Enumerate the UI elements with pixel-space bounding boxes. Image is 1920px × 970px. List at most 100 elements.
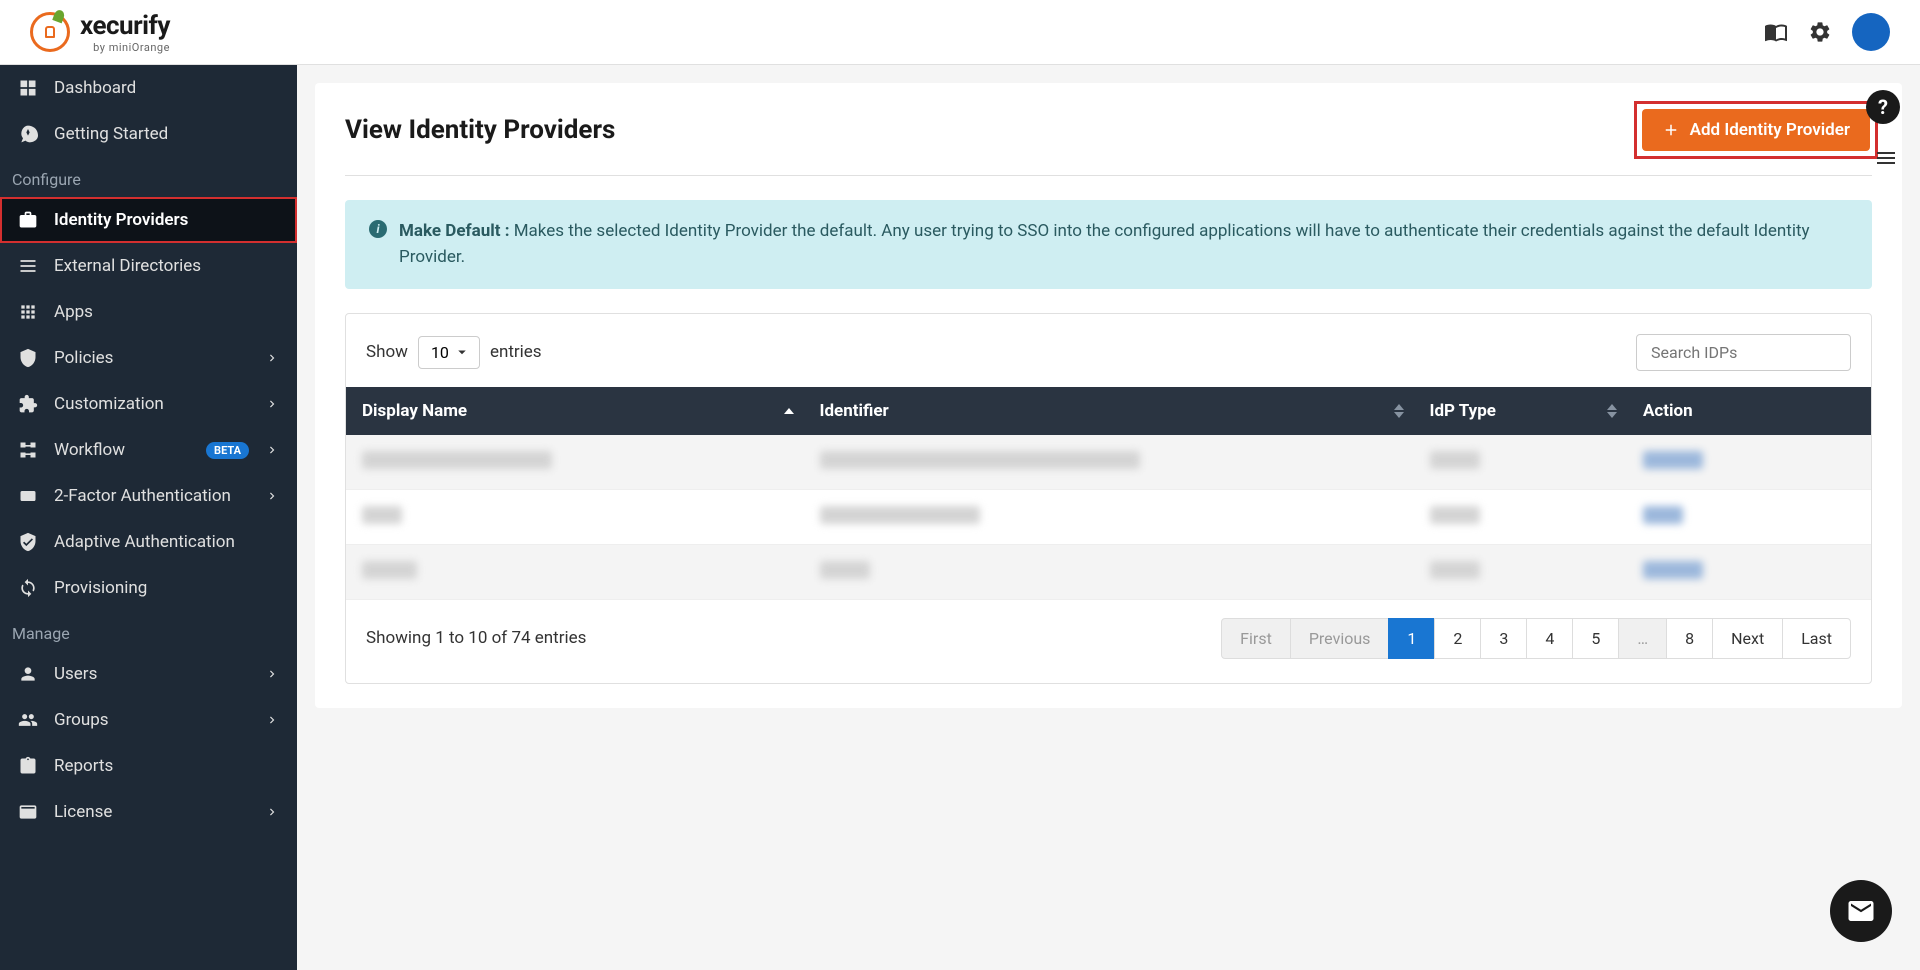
sidebar-label: 2-Factor Authentication	[54, 486, 249, 506]
logo-icon	[30, 12, 70, 52]
sidebar-section-manage: Manage	[0, 611, 297, 651]
sidebar-item-external-directories[interactable]: External Directories	[0, 243, 297, 289]
page-next[interactable]: Next	[1712, 618, 1783, 659]
blurred-cell	[362, 451, 552, 469]
page-1[interactable]: 1	[1388, 618, 1435, 659]
sidebar-item-dashboard[interactable]: Dashboard	[0, 65, 297, 111]
page-4[interactable]: 4	[1526, 618, 1573, 659]
table-row	[346, 544, 1871, 599]
col-idp-type[interactable]: IdP Type	[1414, 387, 1628, 435]
sync-icon	[18, 578, 38, 598]
sort-desc-icon	[1607, 412, 1617, 418]
chevron-right-icon	[265, 443, 279, 457]
blurred-action[interactable]	[1643, 451, 1703, 469]
keypad-icon	[18, 486, 38, 506]
blurred-cell	[1430, 506, 1480, 524]
hamburger-icon[interactable]	[1874, 146, 1898, 170]
sidebar-label: Workflow	[54, 440, 190, 460]
entries-select[interactable]: 10	[418, 336, 480, 369]
sidebar-item-identity-providers[interactable]: Identity Providers	[0, 197, 297, 243]
sidebar-label: Reports	[54, 756, 279, 776]
sidebar-item-groups[interactable]: Groups	[0, 697, 297, 743]
chevron-right-icon	[265, 805, 279, 819]
page-first[interactable]: First	[1221, 618, 1291, 659]
blurred-cell	[820, 561, 870, 579]
blurred-action[interactable]	[1643, 506, 1683, 524]
brand-name: xecurify	[80, 11, 170, 41]
sidebar-label: Dashboard	[54, 78, 279, 98]
info-icon: i	[369, 220, 387, 238]
search-input[interactable]	[1636, 334, 1851, 371]
sidebar-item-workflow[interactable]: Workflow BETA	[0, 427, 297, 473]
add-identity-provider-button[interactable]: Add Identity Provider	[1642, 109, 1870, 151]
clipboard-icon	[18, 756, 38, 776]
chevron-right-icon	[265, 713, 279, 727]
main-content: View Identity Providers Add Identity Pro…	[297, 65, 1920, 970]
sidebar-item-license[interactable]: License	[0, 789, 297, 835]
sort-asc-icon	[1394, 404, 1404, 410]
sort-asc-icon	[1607, 404, 1617, 410]
sidebar-label: Policies	[54, 348, 249, 368]
chevron-right-icon	[265, 351, 279, 365]
shield-icon	[18, 348, 38, 368]
sidebar-item-policies[interactable]: Policies	[0, 335, 297, 381]
gear-icon[interactable]	[1808, 20, 1832, 44]
shield-check-icon	[18, 532, 38, 552]
page-2[interactable]: 2	[1434, 618, 1481, 659]
sidebar-label: Adaptive Authentication	[54, 532, 279, 552]
sidebar: Dashboard Getting Started Configure Iden…	[0, 65, 297, 970]
page-previous[interactable]: Previous	[1290, 618, 1390, 659]
entries-control: Show 10 entries	[366, 336, 542, 369]
sidebar-item-adaptive-auth[interactable]: Adaptive Authentication	[0, 519, 297, 565]
help-button[interactable]: ?	[1866, 90, 1900, 124]
sidebar-label: Provisioning	[54, 578, 279, 598]
page-ellipsis: …	[1618, 618, 1667, 659]
sidebar-label: Apps	[54, 302, 279, 322]
showing-text: Showing 1 to 10 of 74 entries	[366, 628, 586, 648]
blurred-cell	[1430, 561, 1480, 579]
info-banner: i Make Default : Makes the selected Iden…	[345, 200, 1872, 289]
beta-badge: BETA	[206, 442, 249, 459]
chevron-right-icon	[265, 489, 279, 503]
blurred-action[interactable]	[1643, 561, 1703, 579]
sidebar-item-users[interactable]: Users	[0, 651, 297, 697]
sidebar-item-reports[interactable]: Reports	[0, 743, 297, 789]
sidebar-item-2fa[interactable]: 2-Factor Authentication	[0, 473, 297, 519]
chevron-right-icon	[265, 667, 279, 681]
sidebar-item-customization[interactable]: Customization	[0, 381, 297, 427]
blurred-cell	[820, 451, 1140, 469]
page-title: View Identity Providers	[345, 115, 615, 145]
sidebar-label: Identity Providers	[54, 210, 279, 230]
col-action: Action	[1627, 387, 1871, 435]
top-header: xecurify by miniOrange	[0, 0, 1920, 65]
idp-table-card: Show 10 entries Display Name Identifier …	[345, 313, 1872, 684]
add-button-highlight: Add Identity Provider	[1640, 107, 1872, 153]
chat-button[interactable]	[1830, 880, 1892, 942]
sidebar-label: Customization	[54, 394, 249, 414]
sidebar-item-provisioning[interactable]: Provisioning	[0, 565, 297, 611]
puzzle-icon	[18, 394, 38, 414]
workflow-icon	[18, 440, 38, 460]
page-last[interactable]: Last	[1782, 618, 1851, 659]
sidebar-section-configure: Configure	[0, 157, 297, 197]
chevron-right-icon	[265, 397, 279, 411]
book-icon[interactable]	[1764, 20, 1788, 44]
page-3[interactable]: 3	[1480, 618, 1527, 659]
brand-logo[interactable]: xecurify by miniOrange	[30, 11, 170, 54]
dashboard-icon	[18, 78, 38, 98]
sidebar-item-getting-started[interactable]: Getting Started	[0, 111, 297, 157]
info-text: Make Default : Makes the selected Identi…	[399, 218, 1848, 271]
col-identifier[interactable]: Identifier	[804, 387, 1414, 435]
sidebar-item-apps[interactable]: Apps	[0, 289, 297, 335]
add-button-label: Add Identity Provider	[1690, 120, 1850, 140]
pagination: First Previous 1 2 3 4 5 … 8 Next Last	[1222, 618, 1851, 659]
col-display-name[interactable]: Display Name	[346, 387, 804, 435]
briefcase-icon	[18, 210, 38, 230]
list-icon	[18, 256, 38, 276]
blurred-cell	[362, 506, 402, 524]
page-5[interactable]: 5	[1572, 618, 1619, 659]
blurred-cell	[362, 561, 417, 579]
sidebar-label: Getting Started	[54, 124, 279, 144]
page-8[interactable]: 8	[1666, 618, 1713, 659]
user-avatar[interactable]	[1852, 13, 1890, 51]
